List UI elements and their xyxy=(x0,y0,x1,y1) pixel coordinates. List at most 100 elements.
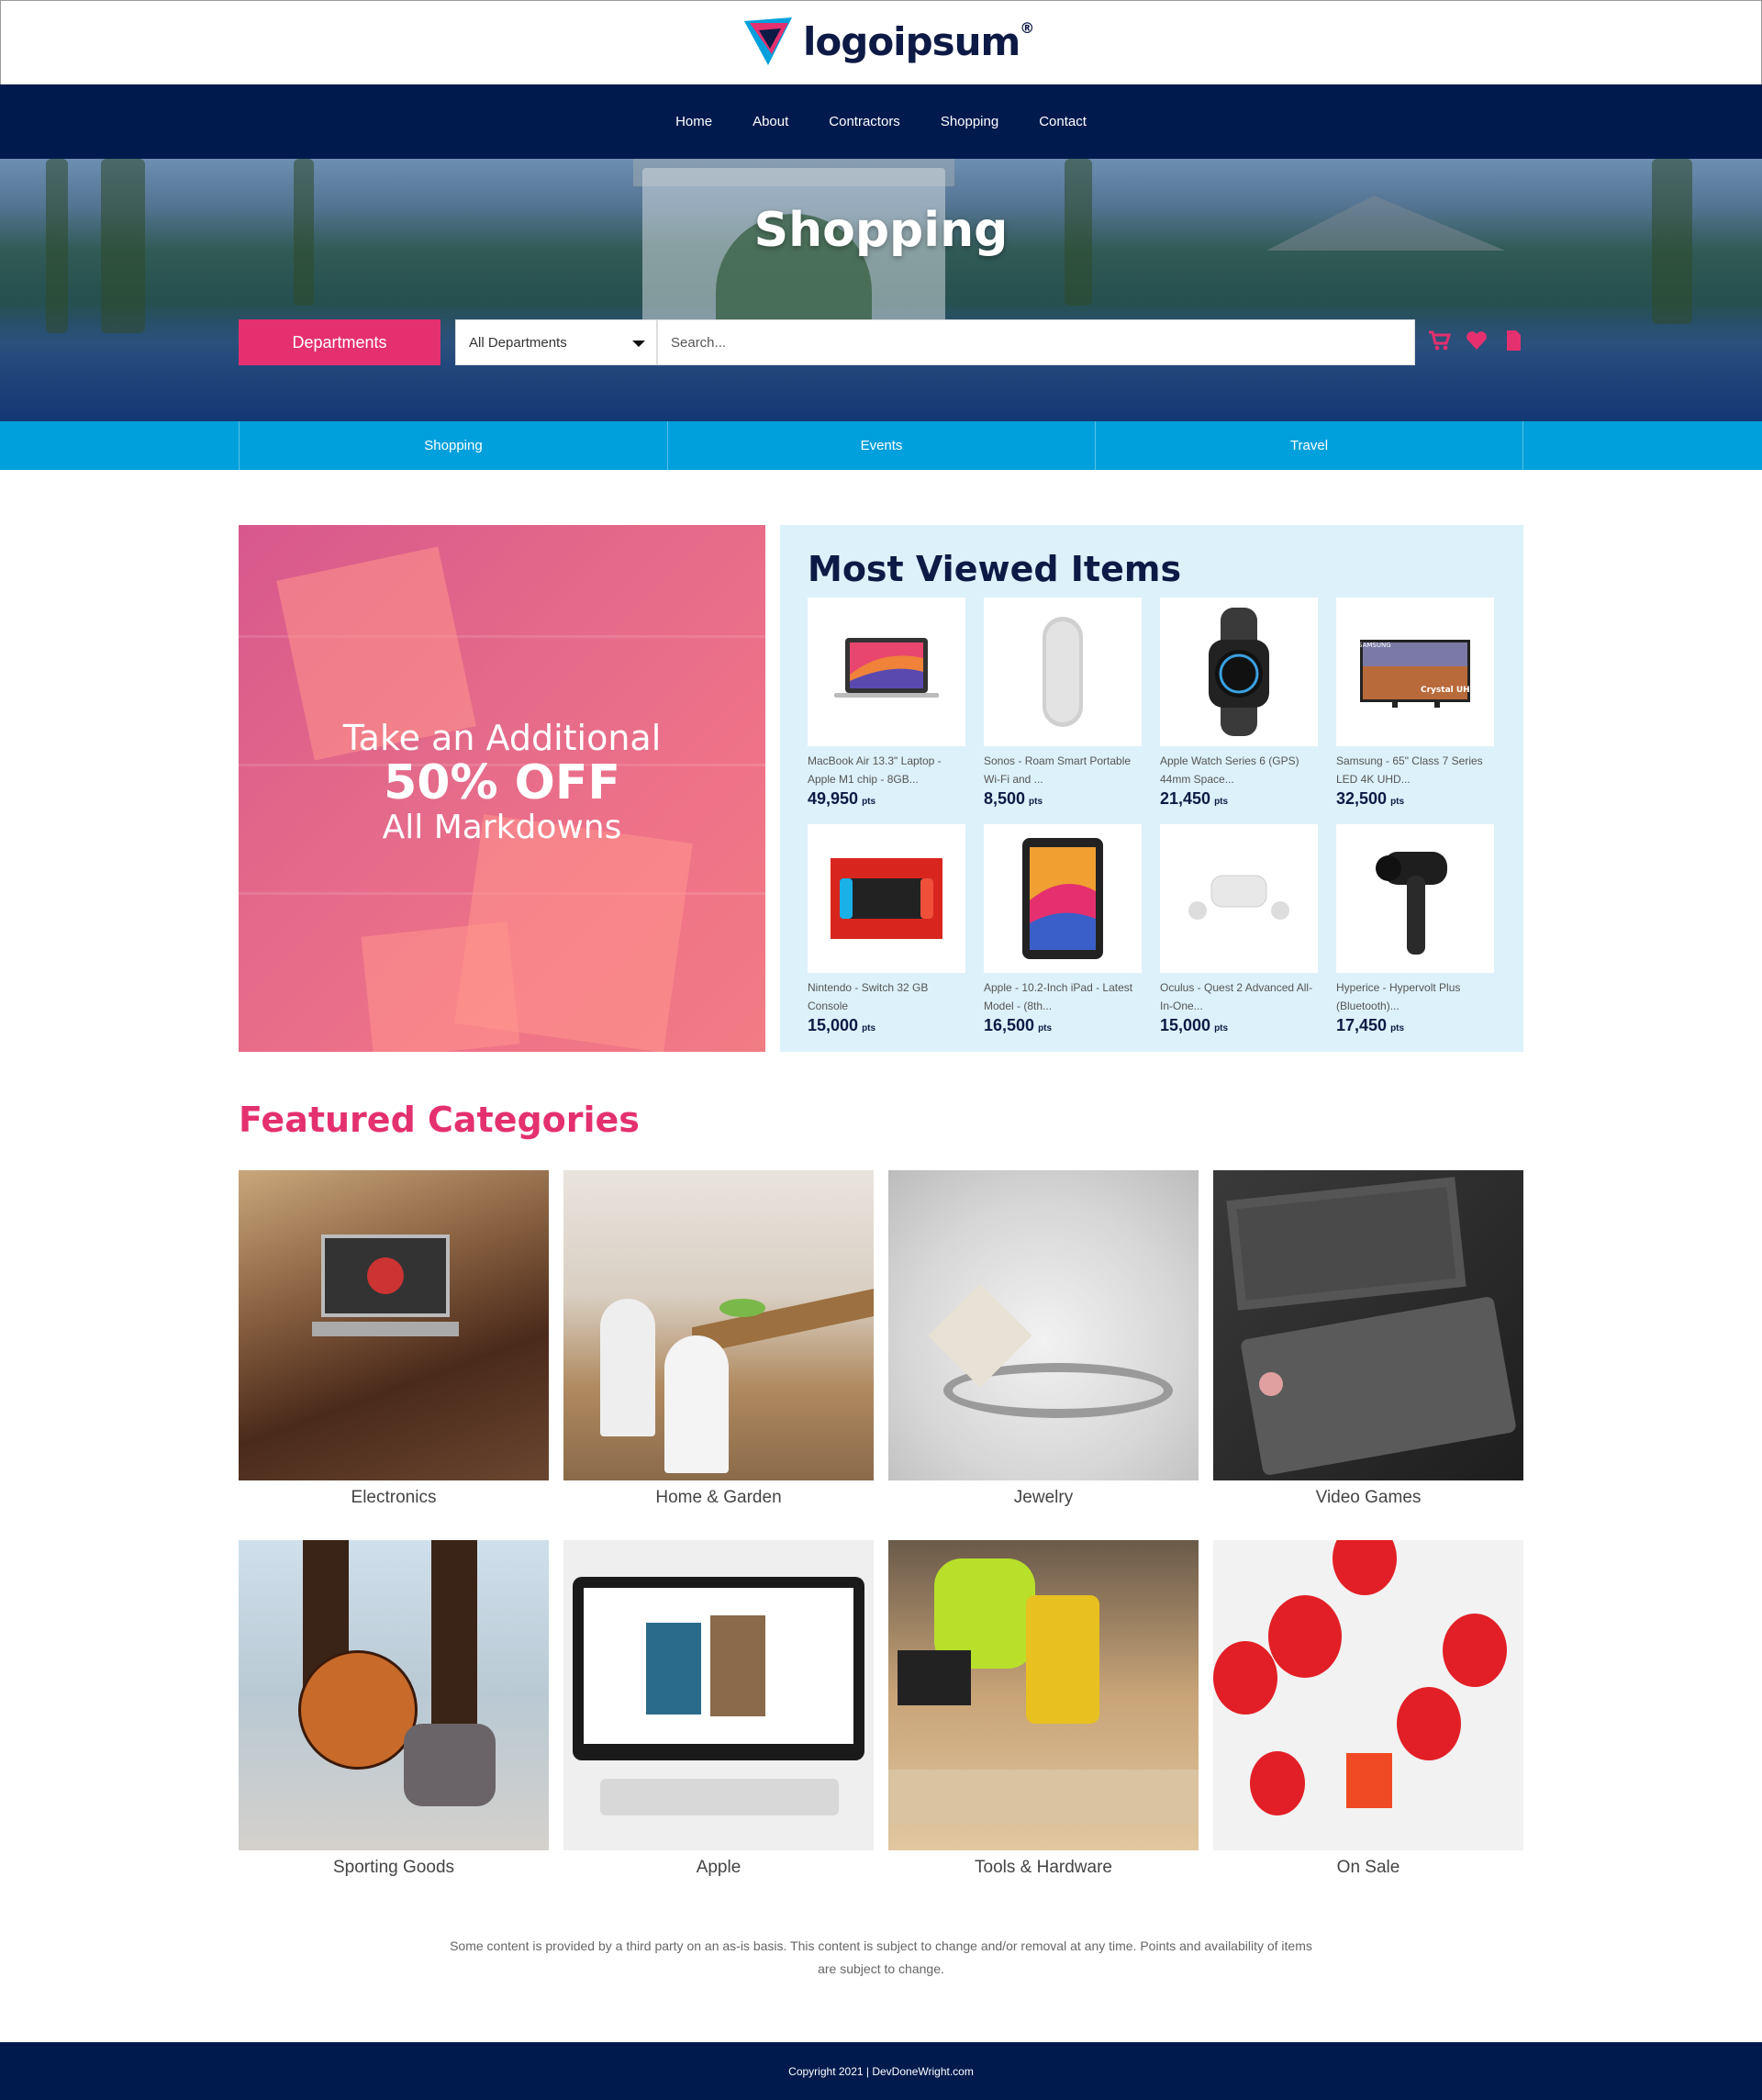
category-image xyxy=(563,1170,874,1480)
category-card-home-garden[interactable]: Home & Garden xyxy=(563,1170,874,1508)
product-image-watch xyxy=(1160,598,1318,746)
decor-board xyxy=(888,1770,1199,1825)
decor-art xyxy=(646,1623,701,1715)
category-image xyxy=(1213,1540,1523,1850)
category-label: On Sale xyxy=(1336,1858,1400,1877)
category-label: Sporting Goods xyxy=(332,1858,455,1877)
product-name: Apple Watch Series 6 (GPS) 44mm Space... xyxy=(1160,754,1299,786)
category-card-electronics[interactable]: Electronics xyxy=(239,1170,549,1508)
product-card[interactable]: Apple - 10.2-Inch iPad - Latest Model - … xyxy=(984,824,1142,1035)
category-image xyxy=(239,1170,549,1480)
tab-shopping[interactable]: Shopping xyxy=(239,421,667,470)
promo-line-3: All Markdowns xyxy=(382,809,622,846)
product-price: 32,500 pts xyxy=(1336,789,1405,808)
category-card-on-sale[interactable]: On Sale xyxy=(1213,1540,1523,1878)
category-card-jewelry[interactable]: Jewelry xyxy=(888,1170,1199,1508)
product-price: 8,500 pts xyxy=(984,789,1043,808)
product-image-tv: SAMSUNG Crystal UHD xyxy=(1336,598,1494,746)
document-icon[interactable] xyxy=(1501,329,1525,352)
nav-contractors[interactable]: Contractors xyxy=(809,114,920,129)
decor-basketball xyxy=(298,1650,418,1770)
product-price: 17,450 pts xyxy=(1336,1016,1405,1034)
product-card[interactable]: Nintendo - Switch 32 GB Console 15,000 pt… xyxy=(808,824,965,1035)
product-price: 15,000 pts xyxy=(808,1016,876,1034)
decor-laptop-base xyxy=(312,1322,459,1336)
copyright-text: Copyright 2021 | DevDoneWright.com xyxy=(788,2064,974,2078)
product-card[interactable]: Oculus - Quest 2 Advanced All-In-One... … xyxy=(1160,824,1318,1035)
page-title: Shopping xyxy=(753,203,1009,258)
disclaimer-text: Some content is provided by a third part… xyxy=(450,1938,1312,1976)
category-card-apple[interactable]: Apple xyxy=(563,1540,874,1878)
category-card-sporting-goods[interactable]: Sporting Goods xyxy=(239,1540,549,1878)
decor-balloon xyxy=(1397,1687,1461,1760)
tv-screen-label: Crystal UHD xyxy=(1421,686,1478,695)
logo[interactable]: logoipsum® xyxy=(741,14,1034,69)
nav-about[interactable]: About xyxy=(732,114,809,129)
decor-shopping-bag xyxy=(1346,1753,1392,1808)
promo-line-1: Take an Additional xyxy=(342,718,662,758)
promo-text: Take an Additional 50% OFF All Markdowns xyxy=(239,718,765,848)
product-name: Apple - 10.2-Inch iPad - Latest Model - … xyxy=(984,981,1133,1012)
decor-art xyxy=(710,1615,765,1716)
sub-nav: Shopping Events Travel xyxy=(0,421,1762,470)
product-card[interactable]: Sonos - Roam Smart Portable Wi-Fi and ..… xyxy=(984,598,1142,809)
category-label: Video Games xyxy=(1315,1488,1422,1507)
decor-balloon xyxy=(1250,1751,1305,1815)
product-image-ipad xyxy=(984,824,1142,973)
category-card-video-games[interactable]: Video Games xyxy=(1213,1170,1523,1508)
product-image-massager xyxy=(1336,824,1494,973)
logo-mark-icon xyxy=(744,17,792,65)
product-name: MacBook Air 13.3" Laptop - Apple M1 chip… xyxy=(808,754,942,786)
most-viewed-title: Most Viewed Items xyxy=(808,549,1182,589)
product-price: 16,500 pts xyxy=(984,1016,1053,1034)
decor-balloon xyxy=(1268,1595,1342,1678)
decor-drill-battery xyxy=(898,1650,971,1705)
decor-balloon xyxy=(1333,1540,1397,1595)
decor-leg xyxy=(431,1540,477,1724)
site-footer: Copyright 2021 | DevDoneWright.com xyxy=(0,2042,1762,2100)
search-input[interactable] xyxy=(657,319,1415,365)
product-card[interactable]: SAMSUNG Crystal UHD Samsung - 65" Class … xyxy=(1336,598,1494,809)
category-label: Home & Garden xyxy=(655,1488,782,1507)
department-select[interactable]: All Departments xyxy=(455,319,657,365)
product-price: 49,950 pts xyxy=(808,789,876,808)
category-label: Tools & Hardware xyxy=(975,1858,1112,1877)
category-image xyxy=(1213,1170,1523,1480)
decor-fruit xyxy=(719,1299,765,1317)
category-label: Jewelry xyxy=(1013,1488,1074,1507)
product-price: 15,000 pts xyxy=(1160,1016,1229,1034)
logo-text: logoipsum® xyxy=(803,18,1034,64)
product-price: 21,450 pts xyxy=(1160,789,1229,808)
decor-chair xyxy=(664,1335,729,1473)
product-name: Samsung - 65" Class 7 Series LED 4K UHD.… xyxy=(1336,754,1483,786)
cart-icon[interactable] xyxy=(1428,329,1452,352)
departments-button[interactable]: Departments xyxy=(239,319,440,365)
nav-home[interactable]: Home xyxy=(655,114,732,129)
category-card-tools-hardware[interactable]: Tools & Hardware xyxy=(888,1540,1199,1878)
product-card[interactable]: Apple Watch Series 6 (GPS) 44mm Space...… xyxy=(1160,598,1318,809)
decor-chair xyxy=(600,1299,655,1436)
category-image xyxy=(888,1540,1199,1850)
product-image-switch xyxy=(808,824,965,973)
nav-shopping[interactable]: Shopping xyxy=(920,114,1019,129)
product-name: Hyperice - Hypervolt Plus (Bluetooth)... xyxy=(1336,981,1461,1012)
tab-events[interactable]: Events xyxy=(667,421,1095,470)
hero-icons xyxy=(1428,329,1525,352)
category-image xyxy=(888,1170,1199,1480)
caret-down-icon xyxy=(632,341,645,347)
decor-handheld-pad xyxy=(1259,1372,1283,1396)
product-image-laptop xyxy=(808,598,965,746)
product-card[interactable]: Hyperice - Hypervolt Plus (Bluetooth)...… xyxy=(1336,824,1494,1035)
decor-shoe xyxy=(404,1724,496,1806)
category-label: Electronics xyxy=(351,1488,437,1507)
product-card[interactable]: MacBook Air 13.3" Laptop - Apple M1 chip… xyxy=(808,598,965,809)
promo-banner[interactable]: Take an Additional 50% OFF All Markdowns xyxy=(239,525,765,1052)
promo-line-2: 50% OFF xyxy=(384,755,620,810)
heart-icon[interactable] xyxy=(1465,329,1489,352)
product-name: Oculus - Quest 2 Advanced All-In-One... xyxy=(1160,981,1313,1012)
tab-travel[interactable]: Travel xyxy=(1095,421,1523,470)
product-name: Sonos - Roam Smart Portable Wi-Fi and ..… xyxy=(984,754,1132,786)
most-viewed-panel: Most Viewed Items MacBook Air 13.3" Lapt… xyxy=(780,525,1523,1052)
nav-contact[interactable]: Contact xyxy=(1019,114,1107,129)
featured-categories-title: Featured Categories xyxy=(239,1100,640,1140)
